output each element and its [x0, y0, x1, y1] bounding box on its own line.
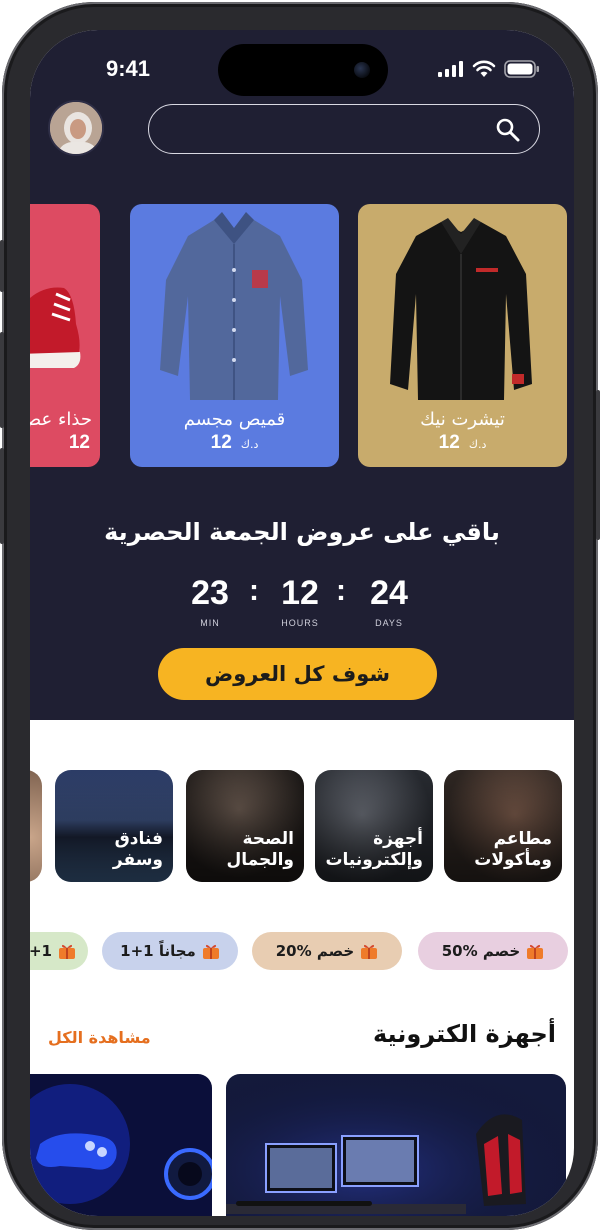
gift-icon: [202, 944, 219, 959]
product-card[interactable]: قميص مجسم د.ك 12: [130, 204, 339, 467]
electronics-card[interactable]: [226, 1074, 566, 1216]
countdown-minutes-label: MIN: [200, 618, 220, 628]
action-button: [0, 240, 4, 292]
promo-chip[interactable]: 1+1 مجاناً: [102, 932, 238, 970]
category-card[interactable]: مطاعم ومأكولات: [444, 770, 562, 882]
category-card-partial[interactable]: [30, 770, 42, 882]
product-price-value: 12: [68, 432, 90, 453]
volume-down-button: [0, 448, 4, 544]
countdown-days: 24: [370, 574, 408, 612]
gift-icon: [361, 944, 378, 959]
countdown-hours: 12: [281, 574, 319, 612]
category-label: مطاعم ومأكولات: [474, 829, 552, 870]
gaming-setup-image: [226, 1074, 566, 1216]
hero-section: 9:41 تيشرت نيك د.ك 12 قميص مجسم د.ك 12 ح…: [30, 30, 574, 720]
power-button: [596, 390, 600, 540]
wifi-icon: [472, 60, 496, 77]
gamepad-image: [30, 1074, 212, 1216]
product-price: 12: [69, 432, 90, 454]
phone-frame: 9:41 تيشرت نيك د.ك 12 قميص مجسم د.ك 12 ح…: [0, 2, 600, 1230]
screen: 9:41 تيشرت نيك د.ك 12 قميص مجسم د.ك 12 ح…: [30, 30, 574, 1216]
product-price-value: 12: [210, 432, 232, 453]
product-name: قميص مجسم: [183, 409, 286, 430]
electronics-section-title: أجهزة الكترونية: [372, 1020, 556, 1048]
category-label: فنادق وسفر: [112, 829, 163, 870]
product-currency: د.ك: [240, 438, 259, 451]
product-name: تيشرت نيك: [420, 409, 505, 430]
promo-chip-partial[interactable]: 1+1: [30, 932, 88, 970]
user-avatar[interactable]: [48, 100, 104, 156]
product-currency: د.ك: [468, 438, 487, 451]
electronics-card[interactable]: [30, 1074, 212, 1216]
countdown-separator: :: [249, 574, 259, 607]
promo-label: 1+1: [30, 942, 52, 960]
countdown-days-label: DAYS: [375, 618, 403, 628]
promo-chip[interactable]: 50% خصم: [418, 932, 568, 970]
promo-label: 1+1 مجاناً: [120, 942, 196, 960]
home-indicator: [236, 1201, 372, 1206]
battery-icon: [504, 60, 539, 78]
dynamic-island: [218, 44, 388, 96]
promo-label: 20% خصم: [275, 942, 355, 960]
promo-label: 50% خصم: [441, 942, 521, 960]
view-all-link[interactable]: مشاهدة الكل: [48, 1028, 151, 1047]
category-label: أجهزة وإلكترونيات: [325, 829, 423, 870]
jacket-image: [390, 218, 532, 400]
gift-icon: [527, 944, 544, 959]
camera-icon: [354, 62, 370, 78]
avatar-photo: [50, 102, 102, 154]
shirt-image: [160, 212, 308, 400]
countdown-hours-label: HOURS: [281, 618, 319, 628]
category-card[interactable]: الصحة والجمال: [186, 770, 304, 882]
sneaker-image: [30, 287, 81, 368]
promo-chip[interactable]: 20% خصم: [252, 932, 402, 970]
signal-icon: [438, 61, 463, 77]
product-name: حذاء عص: [30, 409, 92, 430]
countdown-timer: 24 DAYS : 12 HOURS : 23 MIN: [30, 574, 574, 634]
volume-up-button: [0, 332, 4, 428]
view-all-offers-button[interactable]: شوف كل العروض: [158, 648, 437, 700]
category-card[interactable]: فنادق وسفر: [55, 770, 173, 882]
product-card[interactable]: حذاء عص 12: [30, 204, 100, 467]
countdown-minutes: 23: [191, 574, 229, 612]
product-price: د.ك 12: [130, 432, 339, 454]
category-label: الصحة والجمال: [226, 829, 294, 870]
product-price: د.ك 12: [358, 432, 567, 454]
offer-title: باقي على عروض الجمعة الحصرية: [104, 518, 500, 546]
status-time: 9:41: [106, 56, 151, 81]
product-card[interactable]: تيشرت نيك د.ك 12: [358, 204, 567, 467]
search-bar[interactable]: [148, 104, 540, 154]
category-card[interactable]: أجهزة وإلكترونيات: [315, 770, 433, 882]
search-icon[interactable]: [495, 117, 521, 143]
category-photo: [30, 770, 42, 882]
status-icons: [438, 60, 540, 78]
product-price-value: 12: [438, 432, 460, 453]
gift-icon: [59, 944, 75, 959]
